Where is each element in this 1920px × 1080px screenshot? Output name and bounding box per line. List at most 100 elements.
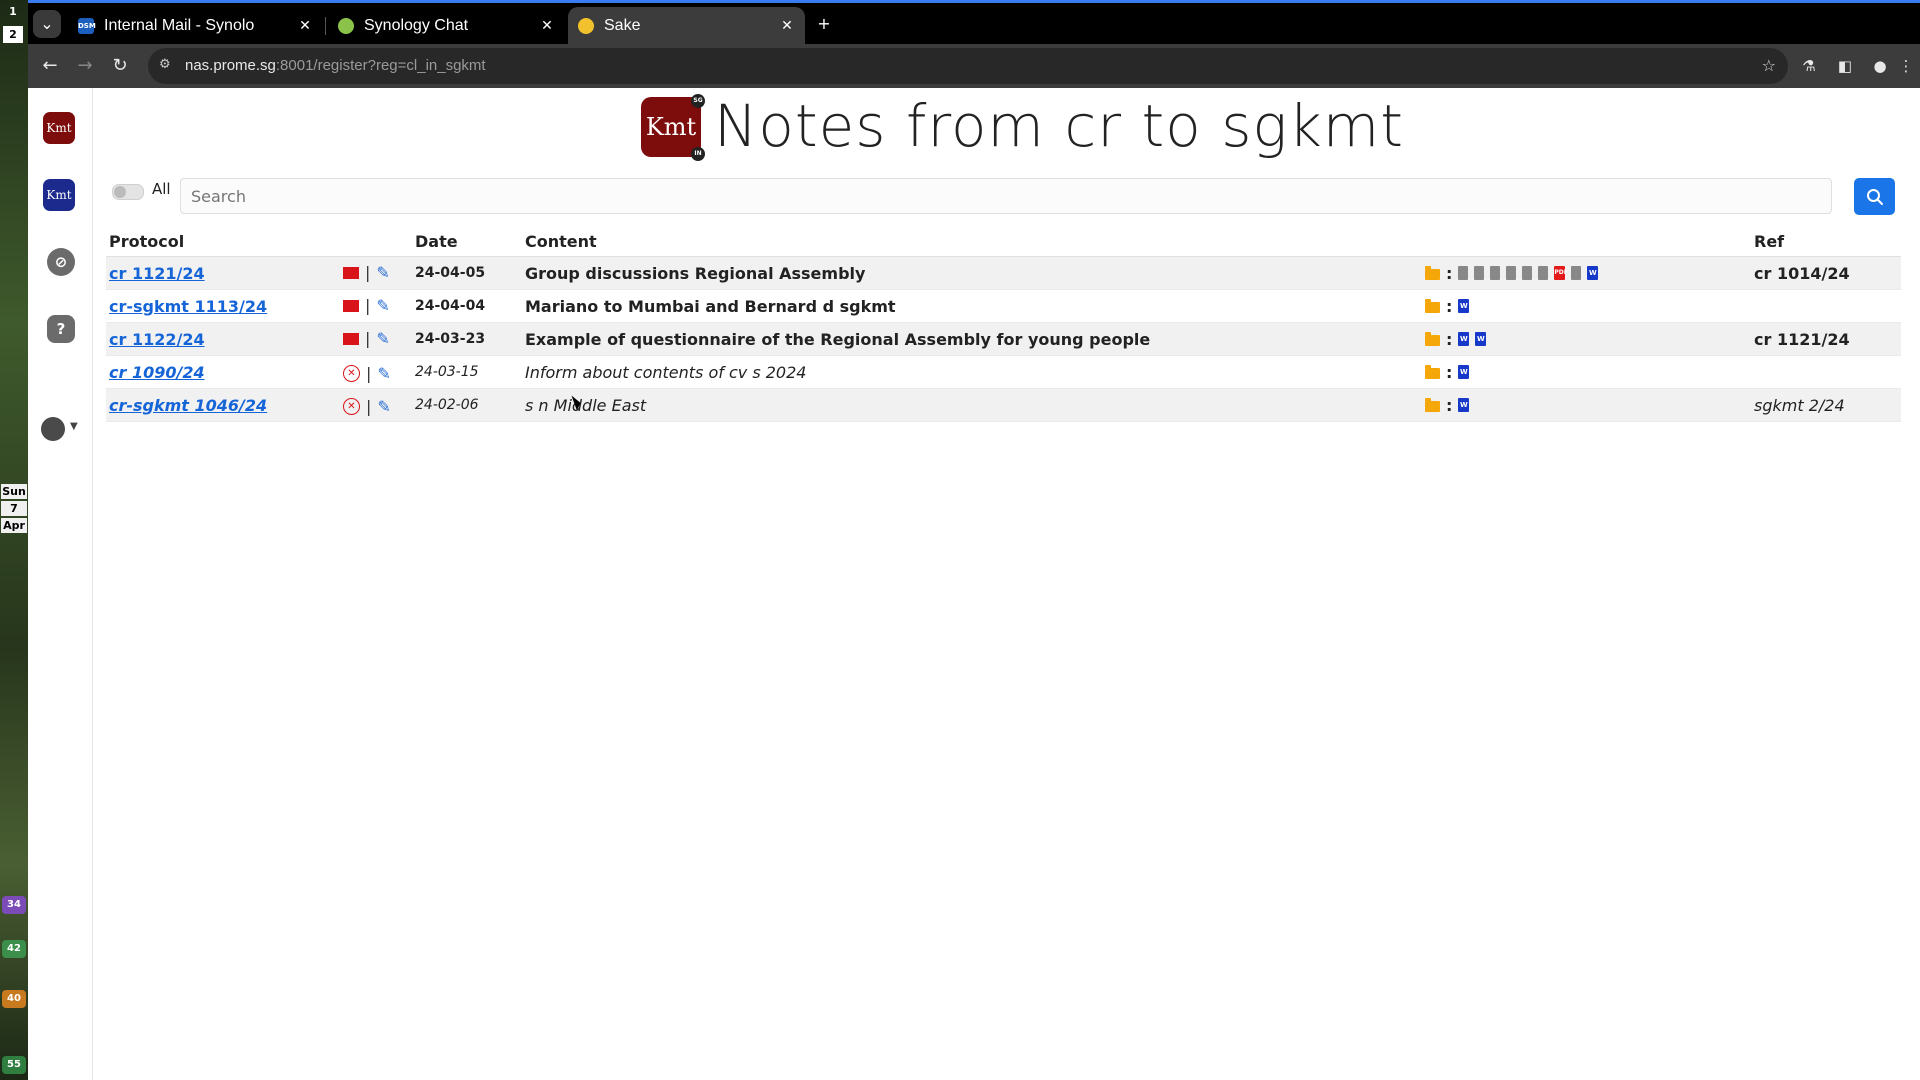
- table-row[interactable]: cr 1090/24 ✕ | ✎ 24-03-15 Inform about con…: [106, 355, 1901, 389]
- document-icon[interactable]: [1506, 266, 1517, 280]
- tab-bar: ⌄ DSM Internal Mail - Synolo ✕ Synology …: [28, 0, 1920, 44]
- search-button[interactable]: [1854, 178, 1895, 215]
- notes-table: Protocol Date Content Ref cr 1121/24 | ✎ …: [106, 226, 1901, 422]
- pencil-icon[interactable]: ✎: [377, 397, 390, 416]
- tab-sake[interactable]: Sake ✕: [568, 7, 805, 44]
- user-menu-caret-icon[interactable]: ▼: [70, 421, 78, 432]
- attachment-colon: :: [1446, 395, 1453, 415]
- table-row[interactable]: cr 1122/24 | ✎ 24-03-23 Example of questi…: [106, 322, 1901, 356]
- attachments: : WW: [1425, 330, 1487, 349]
- action-separator: |: [365, 263, 371, 283]
- document-icon[interactable]: [1538, 266, 1549, 280]
- workspace-2[interactable]: 2: [3, 26, 23, 43]
- sidebar-kmt-red-logo[interactable]: Kmt: [43, 112, 75, 144]
- attachments: :W: [1425, 296, 1470, 316]
- tab-close-icon[interactable]: ✕: [297, 18, 313, 34]
- labs-flask-icon[interactable]: ⚗: [1797, 54, 1821, 78]
- content-cell: s n Middle East: [522, 388, 1422, 422]
- tab-separator: [325, 17, 326, 35]
- pencil-icon[interactable]: ✎: [376, 296, 389, 315]
- folder-icon[interactable]: [1425, 265, 1440, 280]
- user-avatar-icon[interactable]: [41, 417, 65, 441]
- document-icon[interactable]: [1458, 266, 1469, 280]
- folder-icon[interactable]: [1425, 364, 1440, 379]
- date-cell: 24-03-23: [412, 322, 522, 356]
- os-indicator-mem: 42: [2, 940, 26, 958]
- action-separator: |: [365, 329, 371, 349]
- tab-search-chevron-icon[interactable]: ⌄: [33, 10, 61, 38]
- header-kmt-logo: Kmt SG IN: [641, 94, 705, 161]
- word-icon[interactable]: W: [1458, 365, 1470, 379]
- document-icon[interactable]: [1571, 266, 1582, 280]
- word-icon[interactable]: W: [1587, 266, 1599, 280]
- os-side-panel: 1 2 Sun 7 Apr 34 42 40 55: [0, 0, 28, 1080]
- word-icon[interactable]: W: [1458, 299, 1470, 313]
- column-header-date[interactable]: Date: [412, 226, 522, 257]
- ref-cell: cr 1014/24: [1751, 256, 1901, 290]
- protocol-link[interactable]: cr 1122/24: [109, 330, 205, 349]
- mail-icon[interactable]: [343, 299, 359, 312]
- folder-icon[interactable]: [1425, 298, 1440, 313]
- sidebar-kmt-blue-logo[interactable]: Kmt: [43, 179, 75, 211]
- sidebar-link-icon[interactable]: ⊘: [47, 248, 75, 276]
- cancel-circle-icon[interactable]: ✕: [343, 398, 360, 415]
- date-cell: 24-02-06: [412, 388, 522, 422]
- dsm-favicon-icon: DSM: [78, 17, 96, 34]
- reload-icon[interactable]: ↻: [108, 54, 132, 78]
- site-info-icon[interactable]: ⚙: [159, 57, 171, 72]
- new-tab-plus-icon[interactable]: +: [810, 10, 838, 38]
- cancel-circle-icon[interactable]: ✕: [343, 365, 360, 382]
- tab-close-icon[interactable]: ✕: [779, 18, 795, 34]
- workspace-1[interactable]: 1: [3, 3, 23, 20]
- pencil-icon[interactable]: ✎: [376, 329, 389, 348]
- column-header-ref[interactable]: Ref: [1751, 226, 1901, 257]
- pencil-icon[interactable]: ✎: [376, 263, 389, 282]
- action-separator: |: [366, 364, 372, 383]
- mail-icon[interactable]: [343, 332, 359, 345]
- protocol-link[interactable]: cr-sgkmt 1113/24: [109, 297, 267, 316]
- protocol-link[interactable]: cr-sgkmt 1046/24: [109, 396, 267, 415]
- attachment-colon: :: [1446, 263, 1453, 283]
- document-icon[interactable]: [1490, 266, 1501, 280]
- main-content: Kmt SG IN Notes from cr to sgkmt All Pro…: [92, 88, 1920, 1080]
- column-header-content[interactable]: Content: [522, 226, 1422, 257]
- folder-icon[interactable]: [1425, 397, 1440, 412]
- sidebar-help-icon[interactable]: ?: [47, 315, 75, 343]
- action-separator: |: [366, 397, 372, 416]
- table-row[interactable]: cr 1121/24 | ✎ 24-04-05 Group discussions…: [106, 256, 1901, 290]
- document-icon[interactable]: [1522, 266, 1533, 280]
- mail-icon[interactable]: [343, 266, 359, 279]
- back-arrow-icon[interactable]: ←: [38, 54, 62, 78]
- content-cell: Example of questionnaire of the Regional…: [522, 322, 1422, 356]
- date-cell: 24-04-04: [412, 289, 522, 323]
- search-input[interactable]: [180, 178, 1832, 214]
- tab-close-icon[interactable]: ✕: [539, 18, 555, 34]
- word-icon[interactable]: W: [1475, 332, 1487, 346]
- word-icon[interactable]: W: [1458, 332, 1470, 346]
- all-toggle-switch[interactable]: [112, 184, 144, 200]
- protocol-link[interactable]: cr 1090/24: [109, 363, 205, 382]
- menu-kebab-icon[interactable]: ⋮: [1894, 54, 1918, 78]
- table-row[interactable]: cr-sgkmt 1046/24 ✕ | ✎ 24-02-06 s n Middle…: [106, 388, 1901, 422]
- forward-arrow-icon[interactable]: →: [73, 54, 97, 78]
- pencil-icon[interactable]: ✎: [377, 364, 390, 383]
- document-icon[interactable]: [1474, 266, 1485, 280]
- side-panel-icon[interactable]: ◧: [1833, 54, 1857, 78]
- folder-icon[interactable]: [1425, 331, 1440, 346]
- tab-title: Sake: [604, 16, 641, 34]
- protocol-link[interactable]: cr 1121/24: [109, 264, 205, 283]
- tab-internal-mail[interactable]: DSM Internal Mail - Synolo ✕: [68, 7, 323, 44]
- attachment-colon: :: [1446, 296, 1453, 316]
- profile-icon[interactable]: ●: [1868, 54, 1892, 78]
- word-icon[interactable]: W: [1458, 398, 1470, 412]
- toggle-knob: [114, 186, 126, 198]
- url-field[interactable]: ⚙ nas.prome.sg:8001/register?reg=cl_in_s…: [148, 48, 1788, 84]
- table-row[interactable]: cr-sgkmt 1113/24 | ✎ 24-04-04 Mariano to …: [106, 289, 1901, 323]
- sake-favicon-icon: [578, 17, 594, 34]
- tab-synology-chat[interactable]: Synology Chat ✕: [328, 7, 565, 44]
- date-cell: 24-04-05: [412, 256, 522, 290]
- bookmark-star-icon[interactable]: ☆: [1762, 56, 1776, 75]
- os-indicator-battery: 55: [2, 1056, 26, 1074]
- column-header-protocol[interactable]: Protocol: [106, 226, 340, 257]
- pdf-icon[interactable]: PDF: [1554, 266, 1568, 280]
